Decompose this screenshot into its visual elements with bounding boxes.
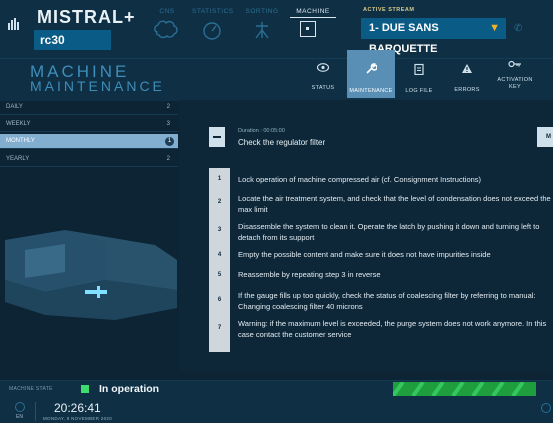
globe-icon[interactable]: [15, 402, 25, 412]
tab-log-file[interactable]: LOG FILE: [395, 50, 443, 98]
step-text: Lock operation of machine compressed air…: [238, 175, 482, 184]
step-text: If the gauge fills up too quickly, check…: [238, 291, 536, 311]
nav-sorting-label[interactable]: SORTING: [242, 8, 282, 15]
collapse-button[interactable]: [209, 127, 225, 147]
schedule-item-count: 2: [166, 104, 170, 110]
brand-logo: MISTRAL+: [37, 7, 136, 27]
task-title: Check the regulator filter: [238, 138, 326, 147]
clock-time: 20:26:41: [54, 401, 101, 415]
tab-log-file-label: LOG FILE: [405, 88, 433, 94]
step-number: 5: [217, 272, 222, 278]
schedule-item-yearly[interactable]: YEARLY 2: [0, 152, 178, 167]
step-text: Disassemble the system to clean it. Oper…: [238, 222, 540, 242]
sorting-icon[interactable]: [250, 20, 274, 45]
step-text: Locate the air treatment system, and che…: [238, 194, 551, 214]
step-number: 4: [217, 252, 222, 258]
settings-icon[interactable]: [541, 403, 551, 413]
tab-status[interactable]: STATUS: [299, 50, 347, 98]
task-tag[interactable]: M: [537, 127, 553, 147]
tab-activation-key[interactable]: ACTIVATION KEY: [491, 50, 539, 98]
brain-icon[interactable]: [150, 20, 182, 45]
warning-icon: [443, 63, 491, 77]
schedule-item-daily[interactable]: DAILY 2: [0, 100, 178, 115]
schedule-item-label: WEEKLY: [6, 121, 31, 127]
machine-icon[interactable]: [300, 21, 316, 37]
tab-errors-label: ERRORS: [454, 87, 480, 93]
machine-state-label: MACHINE STATE: [9, 386, 53, 392]
key-icon: [491, 59, 539, 71]
clipboard-icon: [395, 63, 443, 78]
footer-divider: [35, 402, 36, 421]
machine-id-selector[interactable]: rc30: [34, 30, 111, 50]
tab-status-label: STATUS: [311, 85, 335, 91]
active-stream-select[interactable]: 1- DUE SANS BARQUETTE ▼: [361, 18, 506, 55]
language-selector[interactable]: EN: [16, 414, 23, 420]
schedule-item-label: MONTHLY: [6, 138, 35, 144]
tab-maintenance-label: MAINTENANCE: [349, 88, 393, 94]
nav-machine-label[interactable]: MACHINE: [290, 8, 336, 15]
schedule-item-count: 3: [166, 121, 170, 127]
step-number: 2: [217, 199, 222, 205]
status-indicator: [81, 385, 89, 393]
schedule-item-count: 2: [166, 156, 170, 162]
wrench-icon: [347, 63, 395, 78]
tab-activation-key-label: ACTIVATION KEY: [497, 77, 533, 90]
dropdown-arrow-icon: ▼: [489, 22, 500, 34]
eye-icon: [299, 63, 347, 75]
phone-icon[interactable]: ✆: [514, 23, 522, 34]
step-text: Empty the possible content and make sure…: [238, 250, 491, 259]
step-text: Warning: if the maximum level is exceede…: [238, 319, 547, 339]
step-number: 7: [217, 325, 222, 331]
schedule-count-badge: 1: [165, 137, 174, 146]
tab-maintenance[interactable]: MAINTENANCE: [347, 50, 395, 98]
schedule-item-weekly[interactable]: WEEKLY 3: [0, 117, 178, 132]
machine-illustration: [5, 220, 177, 335]
task-duration: Duration : 00:05:00: [238, 128, 285, 134]
machine-state-value: In operation: [99, 383, 160, 395]
nav-cns-label[interactable]: CNS: [153, 8, 181, 15]
tab-errors[interactable]: ERRORS: [443, 50, 491, 98]
gauge-icon[interactable]: [200, 20, 224, 45]
clock-date: MONDAY, 9 NOVEMBER 2020: [43, 416, 113, 421]
operation-progress-bar: [393, 382, 536, 396]
nav-active-underline: [290, 17, 336, 18]
step-number: 6: [217, 297, 222, 303]
schedule-item-monthly[interactable]: MONTHLY 1: [0, 134, 178, 149]
step-text: Reassemble by repeating step 3 in revers…: [238, 270, 381, 279]
step-number: 1: [217, 176, 222, 182]
signal-icon: [8, 18, 24, 34]
schedule-item-label: DAILY: [6, 104, 23, 110]
step-number: 3: [217, 227, 222, 233]
schedule-item-label: YEARLY: [6, 156, 30, 162]
nav-statistics-label[interactable]: STATISTICS: [192, 8, 233, 15]
active-stream-label: ACTIVE STREAM: [363, 7, 415, 13]
page-subtitle: MAINTENANCE: [30, 78, 165, 94]
